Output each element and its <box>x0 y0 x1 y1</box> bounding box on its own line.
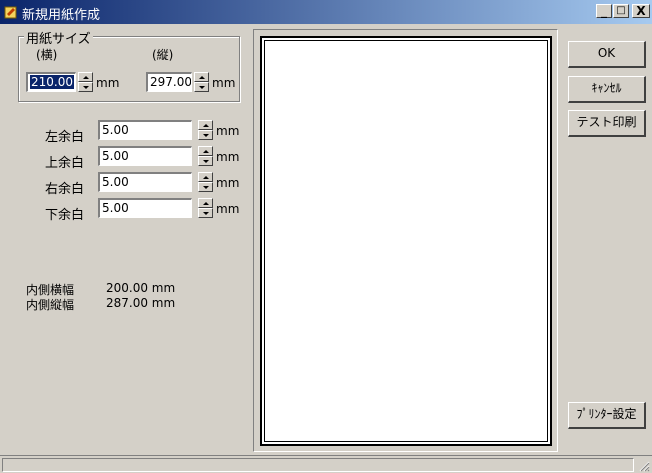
top-margin-unit: mm <box>216 150 240 164</box>
inner-height-label: 内側縦幅 <box>26 298 75 312</box>
top-margin-input[interactable]: 5.00 <box>98 146 192 166</box>
ok-button[interactable]: OK <box>568 41 646 68</box>
test-print-button[interactable]: テスト印刷 <box>568 110 646 137</box>
right-margin-spinner[interactable] <box>198 172 213 192</box>
paper-height-unit: mm <box>212 76 236 90</box>
spin-down-icon[interactable] <box>194 82 209 92</box>
spin-up-icon[interactable] <box>194 72 209 82</box>
left-margin-spinner[interactable] <box>198 120 213 140</box>
printer-setup-button[interactable]: ﾌﾟﾘﾝﾀｰ設定 <box>568 402 646 429</box>
spin-up-icon[interactable] <box>198 198 213 208</box>
maximize-button[interactable]: □ <box>613 4 629 18</box>
paper-height-spinner[interactable] <box>194 72 209 92</box>
spin-up-icon[interactable] <box>198 120 213 130</box>
window-title: 新規用紙作成 <box>22 8 101 23</box>
paper-preview-margin-box <box>264 40 548 442</box>
spin-down-icon[interactable] <box>198 182 213 192</box>
spin-down-icon[interactable] <box>198 130 213 140</box>
right-margin-input[interactable]: 5.00 <box>98 172 192 192</box>
top-margin-spinner[interactable] <box>198 146 213 166</box>
height-label: (縦) <box>152 48 174 62</box>
spin-down-icon[interactable] <box>198 208 213 218</box>
close-button[interactable]: X <box>632 4 650 18</box>
paper-size-group-label: 用紙サイズ <box>24 28 93 47</box>
maximize-icon: □ <box>616 5 626 16</box>
inner-width-value: 200.00 mm <box>106 281 176 295</box>
inner-height-value: 287.00 mm <box>106 296 176 310</box>
resize-grip-icon[interactable] <box>638 460 650 472</box>
bottom-margin-label: 下余白 <box>45 208 85 223</box>
paper-width-input[interactable]: 210.00 <box>26 72 76 92</box>
bottom-margin-unit: mm <box>216 202 240 216</box>
spin-up-icon[interactable] <box>198 172 213 182</box>
bottom-margin-spinner[interactable] <box>198 198 213 218</box>
right-margin-unit: mm <box>216 176 240 190</box>
left-margin-label: 左余白 <box>45 130 85 145</box>
paper-height-input[interactable]: 297.00 <box>146 72 192 92</box>
cancel-button[interactable]: ｷｬﾝｾﾙ <box>568 76 646 103</box>
left-margin-unit: mm <box>216 124 240 138</box>
minimize-icon: _ <box>601 4 607 18</box>
spin-down-icon[interactable] <box>78 82 93 92</box>
spin-up-icon[interactable] <box>198 146 213 156</box>
left-margin-input[interactable]: 5.00 <box>98 120 192 140</box>
spin-up-icon[interactable] <box>78 72 93 82</box>
spin-down-icon[interactable] <box>198 156 213 166</box>
status-pane <box>2 458 634 472</box>
close-icon: X <box>636 4 646 18</box>
right-margin-label: 右余白 <box>45 182 85 197</box>
width-label: (横) <box>36 48 58 62</box>
paper-width-spinner[interactable] <box>78 72 93 92</box>
top-margin-label: 上余白 <box>45 156 85 171</box>
app-icon <box>4 6 17 19</box>
paper-width-unit: mm <box>96 76 120 90</box>
minimize-button[interactable]: _ <box>596 4 612 18</box>
bottom-margin-input[interactable]: 5.00 <box>98 198 192 218</box>
